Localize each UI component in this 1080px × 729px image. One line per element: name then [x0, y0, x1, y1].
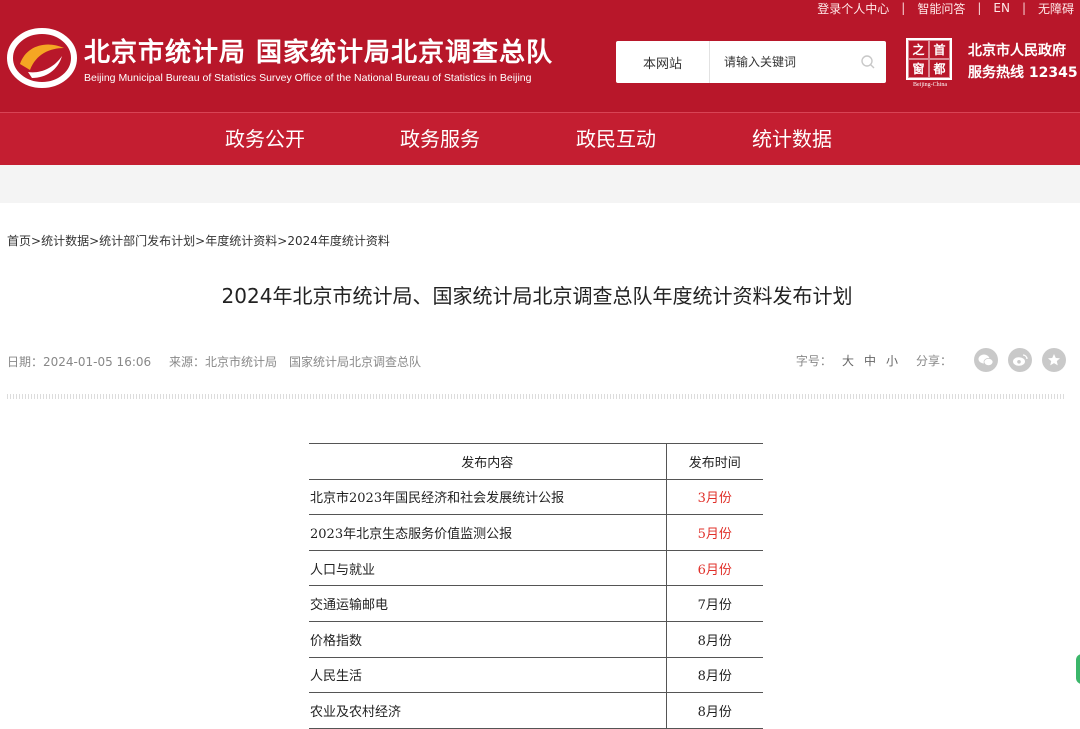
font-size-large[interactable]: 大: [842, 352, 854, 369]
site-title[interactable]: 北京市统计局 国家统计局北京调查总队: [84, 32, 553, 69]
release-time-cell: 3月份: [666, 479, 763, 516]
nav-item-interaction[interactable]: 政民互动: [546, 113, 686, 166]
separator: |: [901, 1, 906, 15]
table-row: 2023年北京生态服务价值监测公报 5月份: [309, 514, 763, 551]
article-tools: 字号： 大 中 小 分享：: [796, 348, 1066, 372]
column-header-time: 发布时间: [666, 443, 763, 480]
capital-char: 之: [908, 40, 929, 59]
hotline-text: 服务热线 12345: [968, 65, 1078, 81]
weibo-icon[interactable]: [1008, 348, 1032, 372]
breadcrumb-release-plan[interactable]: 统计部门发布计划: [99, 234, 195, 248]
gov-name: 北京市人民政府: [968, 43, 1066, 59]
search-box: 本网站: [616, 41, 886, 83]
table-row: 北京市2023年国民经济和社会发展统计公报 3月份: [309, 479, 763, 516]
breadcrumb-separator: >: [31, 234, 42, 248]
grey-band: [0, 165, 1080, 203]
english-link[interactable]: EN: [993, 1, 1010, 15]
release-time-cell: 8月份: [666, 692, 763, 729]
release-content-cell: 人口与就业: [309, 550, 667, 587]
separator: |: [1021, 1, 1026, 15]
nav-item-statistics[interactable]: 统计数据: [722, 113, 862, 166]
capital-caption: Beijing-China: [913, 82, 947, 88]
accessibility-link[interactable]: 无障碍: [1038, 0, 1074, 17]
star-icon[interactable]: [1042, 348, 1066, 372]
site-header: 登录个人中心 | 智能问答 | EN | 无障碍 北京市统计局 国家统计局北京调…: [0, 0, 1080, 112]
main-nav: 政务公开 政务服务 政民互动 统计数据: [0, 112, 1080, 165]
table-row: 人民生活 8月份: [309, 657, 763, 694]
release-content-cell: 人民生活: [309, 657, 667, 694]
release-time-cell: 8月份: [666, 657, 763, 694]
nav-item-government-affairs[interactable]: 政务公开: [195, 113, 335, 166]
search-icon: [861, 55, 875, 69]
dotted-divider: [7, 394, 1065, 399]
capital-char: 窗: [908, 59, 929, 78]
article-meta: 日期：2024-01-05 16:06 来源：北京市统计局 国家统计局北京调查总…: [7, 353, 421, 370]
release-content-cell: 价格指数: [309, 621, 667, 658]
side-float-widget[interactable]: [1076, 654, 1080, 684]
font-size-small[interactable]: 小: [886, 352, 898, 369]
breadcrumb-separator: >: [277, 234, 288, 248]
font-size-medium[interactable]: 中: [864, 352, 876, 369]
top-links: 登录个人中心 | 智能问答 | EN | 无障碍: [817, 0, 1074, 16]
breadcrumb-2024[interactable]: 2024年度统计资料: [287, 234, 390, 248]
release-time-cell: 6月份: [666, 550, 763, 587]
breadcrumb-separator: >: [195, 234, 206, 248]
table-header-row: 发布内容 发布时间: [309, 443, 763, 480]
share-label: 分享：: [915, 353, 952, 368]
table-row: 农业及农村经济 8月份: [309, 692, 763, 729]
publish-date: 日期：2024-01-05 16:06: [7, 355, 152, 369]
breadcrumb: 首页>统计数据>统计部门发布计划>年度统计资料>2024年度统计资料: [7, 232, 390, 249]
bureau-logo-icon[interactable]: [6, 26, 78, 90]
release-time-cell: 8月份: [666, 621, 763, 658]
capital-char: 都: [929, 59, 950, 78]
breadcrumb-separator: >: [89, 234, 100, 248]
search-input[interactable]: [710, 42, 850, 82]
search-button[interactable]: [850, 41, 886, 83]
table-row: 交通运输邮电 7月份: [309, 585, 763, 622]
table-row: 价格指数 8月份: [309, 621, 763, 658]
release-time-cell: 5月份: [666, 514, 763, 551]
breadcrumb-annual[interactable]: 年度统计资料: [205, 234, 277, 248]
capital-window-logo[interactable]: 之 首 窗 都 Beijing-China: [906, 38, 954, 90]
column-header-content: 发布内容: [309, 443, 667, 480]
personal-center-link[interactable]: 登录个人中心: [817, 0, 889, 17]
breadcrumb-home[interactable]: 首页: [7, 234, 31, 248]
release-content-cell: 北京市2023年国民经济和社会发展统计公报: [309, 479, 667, 516]
article-source: 来源：北京市统计局 国家统计局北京调查总队: [168, 355, 421, 369]
article-title: 2024年北京市统计局、国家统计局北京调查总队年度统计资料发布计划: [221, 284, 853, 308]
search-scope-select[interactable]: 本网站: [616, 41, 710, 83]
site-subtitle: Beijing Municipal Bureau of Statistics S…: [84, 72, 532, 84]
capital-char: 首: [929, 40, 950, 59]
table-row: 人口与就业 6月份: [309, 550, 763, 587]
font-size-label: 字号：: [795, 353, 832, 368]
release-time-cell: 7月份: [666, 585, 763, 622]
wechat-icon[interactable]: [974, 348, 998, 372]
gov-hotline[interactable]: 北京市人民政府 服务热线 12345: [968, 40, 1078, 84]
release-content-cell: 2023年北京生态服务价值监测公报: [309, 514, 667, 551]
release-content-cell: 农业及农村经济: [309, 692, 667, 729]
breadcrumb-statistics[interactable]: 统计数据: [41, 234, 89, 248]
separator: |: [977, 1, 982, 15]
smart-qa-link[interactable]: 智能问答: [917, 0, 965, 17]
release-plan-table: 发布内容 发布时间 北京市2023年国民经济和社会发展统计公报 3月份 2023年北…: [309, 443, 763, 729]
nav-item-services[interactable]: 政务服务: [370, 113, 510, 166]
release-content-cell: 交通运输邮电: [309, 585, 667, 622]
